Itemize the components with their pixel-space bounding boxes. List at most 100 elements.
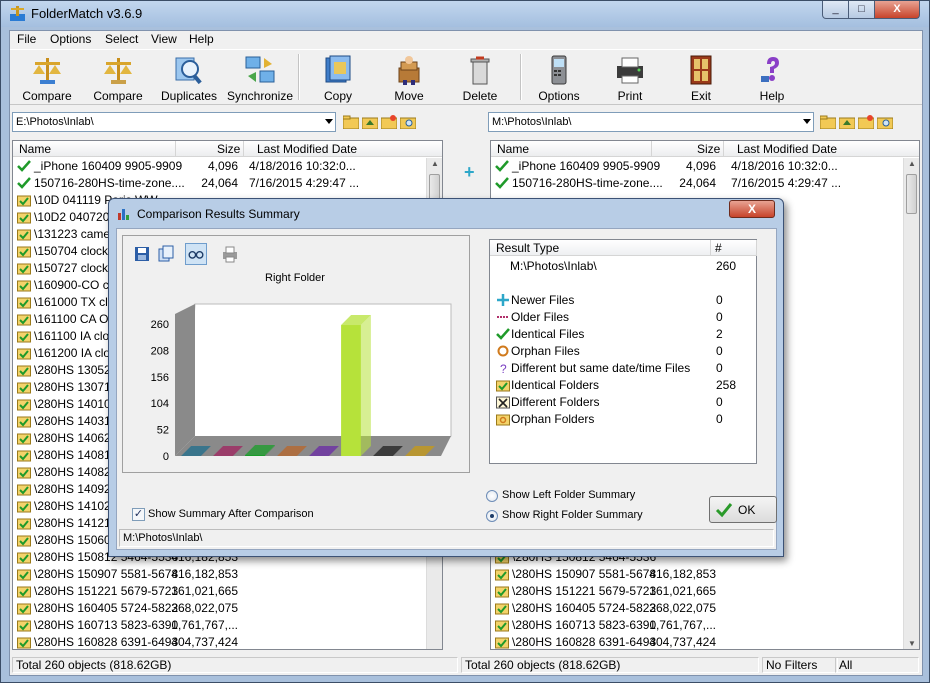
folder-search-icon[interactable]	[400, 115, 416, 129]
options-button[interactable]: Options	[524, 52, 594, 104]
show-summary-checkbox[interactable]: ✓	[132, 508, 145, 521]
result-row[interactable]: Newer Files 0	[490, 292, 756, 309]
minimize-button[interactable]: _	[822, 1, 849, 19]
duplicates-button[interactable]: Duplicates	[154, 52, 224, 104]
results-list[interactable]: Result Type # M:\Photos\Inlab\ 260 Newer F…	[489, 239, 757, 464]
right-path-combo[interactable]: M:\Photos\Inlab\	[488, 112, 814, 132]
synchronize-button[interactable]: Synchronize	[225, 52, 295, 104]
title-bar[interactable]: FolderMatch v3.6.9 _ □ X	[1, 1, 929, 27]
folder-check-icon	[17, 450, 31, 462]
print-icon[interactable]	[219, 243, 241, 265]
scroll-down-icon[interactable]: ▼	[908, 639, 916, 648]
maximize-button[interactable]: □	[848, 1, 875, 19]
column-divider[interactable]	[651, 141, 652, 157]
file-row[interactable]: \280HS 160405 5724-5822 368,022,075	[13, 600, 442, 617]
save-icon[interactable]	[131, 243, 153, 265]
menu-options[interactable]: Options	[50, 32, 91, 46]
menu-select[interactable]: Select	[105, 32, 138, 46]
left-summary-label[interactable]: Show Left Folder Summary	[502, 489, 635, 501]
new-folder-icon[interactable]	[858, 115, 874, 129]
result-row[interactable]: Orphan Files 0	[490, 343, 756, 360]
scroll-thumb[interactable]	[906, 174, 917, 214]
ok-button[interactable]: OK	[709, 496, 777, 523]
new-folder-icon[interactable]	[381, 115, 397, 129]
folder-check-icon	[17, 314, 31, 326]
col-date[interactable]: Last Modified Date	[737, 142, 837, 156]
result-row[interactable]: Older Files 0	[490, 309, 756, 326]
file-row[interactable]: _iPhone 160409 9905-9909 4,096 4/18/2016 1…	[13, 158, 442, 175]
col-size[interactable]: Size	[697, 142, 720, 156]
compare-button[interactable]: Compare	[12, 52, 82, 104]
menu-file[interactable]: File	[17, 32, 36, 46]
right-summary-label[interactable]: Show Right Folder Summary	[502, 509, 643, 521]
file-row[interactable]: \280HS 160713 5823-6390 1,761,767,...	[13, 617, 442, 634]
3d-glasses-icon[interactable]	[185, 243, 207, 265]
folder-check-icon	[17, 246, 31, 258]
result-row[interactable]: Identical Folders 258	[490, 377, 756, 394]
delete-button[interactable]: Delete	[445, 52, 515, 104]
folder-icon[interactable]	[343, 115, 359, 129]
file-date: 7/16/2015 4:29:47 ...	[249, 176, 360, 190]
col-size[interactable]: Size	[217, 142, 240, 156]
file-row[interactable]: 150716-280HS-time-zone.... 24,064 7/16/201…	[491, 175, 919, 192]
result-row[interactable]: Identical Files 2	[490, 326, 756, 343]
folder-icon[interactable]	[820, 115, 836, 129]
folder-check-icon	[17, 637, 31, 649]
move-button[interactable]: Move	[374, 52, 444, 104]
file-row[interactable]: 150716-280HS-time-zone.... 24,064 7/16/201…	[13, 175, 442, 192]
file-name: \280HS 140625	[34, 431, 118, 445]
print-button[interactable]: Print	[595, 52, 665, 104]
column-divider[interactable]	[243, 141, 244, 157]
file-row[interactable]: \280HS 160713 5823-6390 1,761,767,...	[491, 617, 919, 634]
scroll-up-icon[interactable]: ▲	[908, 159, 916, 168]
folder-check-icon	[17, 382, 31, 394]
left-path-combo[interactable]: E:\Photos\Inlab\	[12, 112, 336, 132]
right-scrollbar[interactable]: ▲ ▼	[903, 158, 919, 649]
file-row[interactable]: \280HS 160828 6391-6493 404,737,424	[13, 634, 442, 649]
col-result-type[interactable]: Result Type	[496, 241, 559, 255]
result-row[interactable]: ? Different but same date/time Files 0	[490, 360, 756, 377]
chevron-down-icon[interactable]	[325, 119, 333, 124]
column-divider[interactable]	[175, 141, 176, 157]
chevron-down-icon[interactable]	[803, 119, 811, 124]
result-row[interactable]: Orphan Folders 0	[490, 411, 756, 428]
folder-check-icon	[17, 620, 31, 632]
compare-scales-button[interactable]: Compare	[83, 52, 153, 104]
scroll-up-icon[interactable]: ▲	[431, 159, 439, 168]
column-divider[interactable]	[756, 240, 757, 256]
file-name: \161100 CA OH	[34, 312, 118, 326]
menu-view[interactable]: View	[151, 32, 177, 46]
file-row[interactable]: \280HS 151221 5679-5723 161,021,665	[491, 583, 919, 600]
file-row[interactable]: _iPhone 160409 9905-9909 4,096 4/18/2016 1…	[491, 158, 919, 175]
show-summary-label[interactable]: Show Summary After Comparison	[148, 508, 314, 520]
result-row[interactable]: Different Folders 0	[490, 394, 756, 411]
folder-up-icon[interactable]	[839, 115, 855, 129]
col-date[interactable]: Last Modified Date	[257, 142, 357, 156]
checkmark-icon	[495, 177, 509, 189]
file-row[interactable]: \280HS 151221 5679-5723 161,021,665	[13, 583, 442, 600]
col-name[interactable]: Name	[497, 142, 529, 156]
close-button[interactable]: X	[874, 1, 920, 19]
dialog-close-button[interactable]: X	[729, 200, 775, 218]
result-row[interactable]: M:\Photos\Inlab\ 260	[490, 258, 756, 275]
exit-button[interactable]: Exit	[666, 52, 736, 104]
right-summary-radio[interactable]	[486, 510, 498, 522]
folder-search-icon[interactable]	[877, 115, 893, 129]
duplicates-icon	[175, 57, 202, 85]
folder-up-icon[interactable]	[362, 115, 378, 129]
result-row[interactable]	[490, 275, 756, 292]
col-name[interactable]: Name	[19, 142, 51, 156]
file-row[interactable]: \280HS 160405 5724-5822 368,022,075	[491, 600, 919, 617]
column-divider[interactable]	[710, 240, 711, 256]
file-row[interactable]: \280HS 160828 6391-6493 404,737,424	[491, 634, 919, 649]
file-row[interactable]: \280HS 150907 5581-5678 416,182,853	[13, 566, 442, 583]
copy-icon[interactable]	[155, 243, 177, 265]
col-count[interactable]: #	[715, 241, 722, 255]
copy-button[interactable]: Copy	[303, 52, 373, 104]
help-button[interactable]: Help	[737, 52, 807, 104]
column-divider[interactable]	[723, 141, 724, 157]
file-row[interactable]: \280HS 150907 5581-5678 416,182,853	[491, 566, 919, 583]
menu-help[interactable]: Help	[189, 32, 214, 46]
left-summary-radio[interactable]	[486, 490, 498, 502]
bar-chart: Right Folder 0 52 104 156 208 260	[151, 272, 452, 463]
